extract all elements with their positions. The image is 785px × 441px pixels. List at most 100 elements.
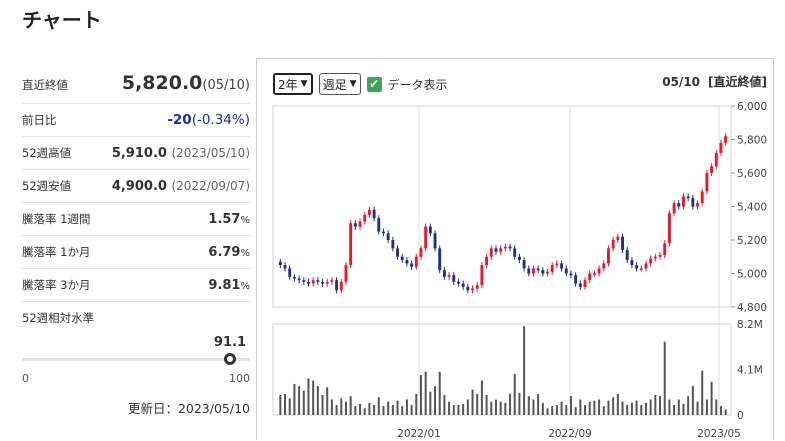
chart-header-label: [直近終値]: [708, 75, 767, 89]
candle-body: [311, 280, 315, 284]
candle-body: [503, 246, 507, 249]
volume-bar: [387, 401, 390, 415]
candle-body: [475, 285, 479, 289]
period-select[interactable]: 2年 ▼: [273, 73, 313, 95]
price-plot-frame: [272, 105, 732, 308]
volume-bar: [438, 371, 441, 415]
volume-bar: [293, 383, 296, 415]
stock-info-panel: 直近終値 5,820.0(05/10) 前日比 -20(-0.34%) 52週高…: [22, 60, 250, 416]
volume-bar: [405, 399, 408, 415]
candle-body: [536, 268, 540, 271]
volume-bar: [546, 408, 549, 415]
candle-body: [447, 275, 451, 277]
candle-body: [658, 255, 662, 257]
data-display-checkbox[interactable]: ✔: [366, 76, 382, 92]
volume-bar: [457, 405, 460, 415]
volume-bar: [316, 386, 319, 415]
candle-body: [442, 270, 446, 277]
price-tick-label: 5,000: [737, 269, 767, 281]
volume-bar: [523, 326, 526, 415]
volume-bar: [598, 399, 601, 415]
candle-body: [494, 248, 498, 252]
candle-body: [349, 223, 353, 266]
price-tick-label: 5,200: [737, 235, 767, 247]
volume-bar: [312, 380, 315, 415]
volume-bar: [527, 396, 530, 415]
volume-bar: [654, 395, 657, 415]
candle-body: [288, 268, 292, 277]
close-price-value: 5,820.0(05/10): [121, 72, 250, 94]
volume-bar: [279, 395, 282, 415]
volume-bar: [555, 405, 558, 415]
low52-label: 52週安値: [22, 179, 72, 193]
volume-bar: [302, 390, 305, 415]
candle-body: [663, 243, 667, 256]
candle-body: [330, 280, 334, 282]
data-display-label[interactable]: データ表示: [388, 76, 448, 93]
volume-bar: [663, 341, 666, 415]
volume-tick-label: 4.1M: [737, 365, 763, 377]
candle-body: [508, 246, 512, 249]
volume-bar: [565, 405, 568, 415]
candle-body: [457, 281, 460, 284]
volume-bar: [560, 401, 563, 415]
volume-bar: [485, 395, 488, 415]
candle-body: [686, 196, 690, 199]
return-3m-label: 騰落率 3か月: [22, 278, 91, 292]
volume-bar: [677, 399, 680, 415]
candle-body: [386, 233, 390, 240]
volume-bar: [630, 402, 633, 415]
chart-panel: 2022/01 2022/09 2023/05 6,000 5,800 5,600 5,40…: [256, 58, 774, 440]
candle-body: [489, 248, 493, 257]
relative-level-label: 52週相対水準: [22, 311, 95, 325]
chart-controls: 2年 ▼ 週足 ▼ ✔ データ表示: [273, 73, 448, 95]
relative-level-value: 91.1: [213, 335, 246, 350]
candle-body: [574, 275, 578, 284]
candle-body: [588, 273, 592, 281]
relative-level-block: 52週相対水準 91.1 0 100 更新日：2023/05/10: [22, 302, 250, 416]
candle-body: [419, 248, 423, 257]
chart-header-date: 05/10: [662, 75, 701, 89]
candle-body: [452, 275, 456, 282]
chevron-down-icon: ▼: [349, 79, 357, 89]
volume-bar: [691, 386, 694, 415]
volume-bar: [513, 373, 516, 415]
page-title: チャート: [22, 8, 102, 32]
candle-body: [321, 281, 324, 284]
volume-bar: [621, 401, 624, 415]
relative-level-min: 0: [22, 372, 29, 385]
volume-bar: [494, 399, 497, 415]
candle-body: [438, 248, 442, 271]
return-1w-row: 騰落率 1週間 1.57%: [22, 203, 250, 236]
volume-bar: [466, 399, 469, 415]
price-tick-label: 5,600: [737, 168, 767, 180]
candle-body: [560, 263, 564, 269]
low52-value: 4,900.0 (2022/09/07): [111, 179, 250, 194]
candle-body: [367, 209, 371, 215]
candle-body: [396, 248, 399, 257]
candle-body: [499, 248, 503, 252]
volume-tick-label: 0: [737, 410, 744, 422]
volume-bar: [724, 409, 727, 415]
volume-bar: [382, 406, 385, 415]
volume-bar: [518, 392, 521, 415]
candle-body: [592, 273, 596, 275]
candle-body: [517, 256, 521, 261]
candle-body: [569, 273, 573, 276]
volume-bar: [480, 380, 483, 415]
candle-body: [292, 276, 296, 279]
candle-body: [602, 263, 606, 269]
volume-bar: [640, 405, 643, 415]
return-1m-label: 騰落率 1か月: [22, 245, 91, 259]
price-tick-label: 5,400: [737, 202, 767, 214]
interval-select[interactable]: 週足 ▼: [318, 73, 361, 95]
volume-bar: [569, 396, 572, 415]
candle-body: [691, 198, 695, 207]
volume-bar: [359, 403, 362, 415]
candle-body: [625, 250, 629, 261]
volume-bar: [391, 405, 394, 415]
candle-body: [363, 214, 367, 222]
volume-bar: [541, 402, 544, 415]
volume-bar: [368, 402, 371, 415]
candle-body: [335, 280, 339, 291]
